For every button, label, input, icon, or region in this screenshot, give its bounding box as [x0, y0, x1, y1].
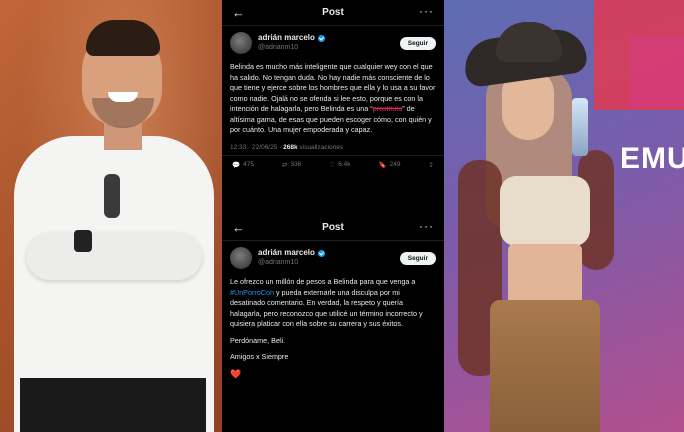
share-button[interactable]: ⇪ [429, 161, 434, 169]
crossed-arms [26, 232, 202, 280]
views-label: visualizaciones [299, 143, 344, 151]
verified-badge-icon [317, 249, 325, 257]
tweet-text: Belinda es mucho más inteligente que cua… [230, 62, 436, 134]
struck-word: prostituta [372, 104, 403, 113]
heart-outline-icon: ♡ [329, 161, 336, 169]
tweet-author: adrián marcelo @adrianm10 Seguir [222, 241, 444, 271]
more-options-icon[interactable]: ··· [419, 219, 434, 233]
more-options-icon[interactable]: ··· [419, 4, 434, 18]
reply-icon: 💬 [232, 161, 241, 169]
woman-suede-pants [490, 300, 600, 432]
man-hair [86, 20, 160, 56]
repost-icon: ⇄ [282, 161, 288, 169]
author-display-name[interactable]: adrián marcelo [258, 33, 400, 43]
tweet-screenshots: ← Post ··· adrián marcelo @adrianm10 Seg… [222, 0, 444, 432]
author-names: adrián marcelo @adrianm10 [258, 33, 400, 53]
verified-badge-icon [317, 34, 325, 42]
follow-button[interactable]: Seguir [399, 36, 436, 50]
back-arrow-icon[interactable]: ← [232, 5, 245, 20]
tweet-author: adrián marcelo @adrianm10 Seguir [222, 26, 444, 56]
apology-line: Perdóname, Beli. [230, 335, 286, 345]
author-handle[interactable]: @adrianm10 [258, 258, 400, 268]
heart-emoji-icon: ❤️ [230, 368, 242, 379]
wristwatch [74, 230, 92, 252]
share-icon: ⇪ [428, 161, 434, 169]
avatar[interactable] [230, 32, 252, 54]
views-count: 268k [283, 143, 298, 151]
avatar[interactable] [230, 247, 252, 269]
woman-crop-top [500, 176, 590, 246]
cowboy-hat-crown [496, 22, 562, 62]
tweet-text: Le ofrezco un millón de pesos a Belinda … [222, 271, 444, 379]
author-handle[interactable]: @adrianm10 [258, 43, 400, 53]
photo-man-white-shirt [0, 0, 222, 432]
sunglasses-on-shirt [104, 174, 120, 218]
like-button[interactable]: ♡ 6.4k [329, 161, 350, 169]
tweet-card-1: ← Post ··· adrián marcelo @adrianm10 Seg… [222, 0, 444, 215]
author-names: adrián marcelo @adrianm10 [258, 248, 400, 268]
tweet-actions: 💬 475 ⇄ 336 ♡ 6.4k 🔖 249 ⇪ [222, 156, 444, 174]
tweet-card-2: ← Post ··· adrián marcelo @adrianm10 Seg… [222, 215, 444, 432]
backdrop-brand-text: EMUI [620, 142, 684, 175]
bookmark-button[interactable]: 🔖 249 [379, 161, 401, 169]
post-header: ← Post ··· [222, 0, 444, 26]
man-pants [20, 378, 206, 432]
hashtag-link[interactable]: #UnPorroCon [230, 288, 274, 297]
back-arrow-icon[interactable]: ← [232, 220, 245, 235]
follow-button[interactable]: Seguir [399, 251, 436, 265]
brand-logo-block-2 [630, 36, 684, 108]
reply-button[interactable]: 💬 475 [232, 161, 254, 169]
post-header: ← Post ··· [222, 215, 444, 241]
author-display-name[interactable]: adrián marcelo [258, 248, 400, 258]
tweet-timestamp: 12:33 · 22/06/25 · [230, 143, 282, 151]
repost-button[interactable]: ⇄ 336 [282, 161, 301, 169]
award-trophy [572, 98, 588, 156]
bookmark-icon: 🔖 [378, 161, 387, 169]
post-title: Post [322, 7, 344, 18]
photo-woman-cowboy-hat: EMUI [444, 0, 684, 432]
image-collage: ← Post ··· adrián marcelo @adrianm10 Seg… [0, 0, 684, 432]
tweet-meta: 12:33 · 22/06/25 · 268k visualizaciones [222, 142, 444, 156]
signoff-line: Amigos x Siempre [230, 352, 289, 361]
post-title: Post [322, 222, 344, 233]
